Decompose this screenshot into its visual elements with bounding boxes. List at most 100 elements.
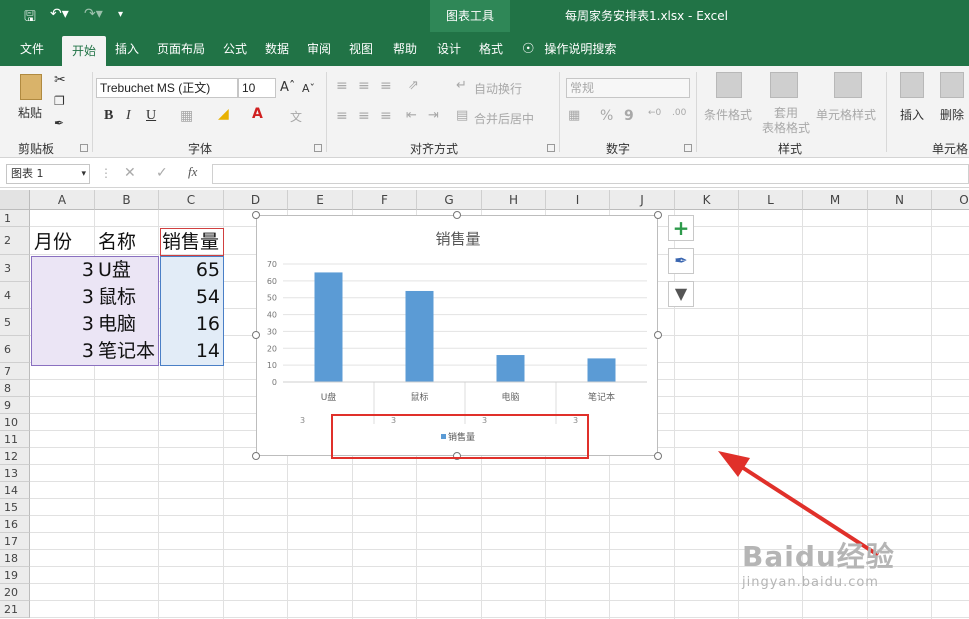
tab-home[interactable]: 开始 <box>62 36 106 66</box>
row-header-8[interactable]: 8 <box>0 380 30 397</box>
cell-b4[interactable]: 鼠标 <box>98 284 136 310</box>
column-header-g[interactable]: G <box>417 190 482 210</box>
insert-cells-icon[interactable] <box>900 72 924 98</box>
row-header-2[interactable]: 2 <box>0 227 30 255</box>
tab-data[interactable]: 数据 <box>258 32 296 66</box>
merge-center-button[interactable]: 合并后居中 <box>474 110 534 127</box>
phonetic-icon[interactable]: 文 <box>290 108 302 125</box>
font-size-select[interactable]: 10 <box>238 78 276 98</box>
save-icon[interactable]: 🖫 <box>24 6 36 30</box>
increase-decimal-icon[interactable]: ←0 <box>648 108 661 118</box>
cell-a5[interactable]: 3 <box>34 311 94 337</box>
row-header-16[interactable]: 16 <box>0 516 30 533</box>
row-header-21[interactable]: 21 <box>0 601 30 618</box>
tab-format[interactable]: 格式 <box>472 32 510 66</box>
percent-button[interactable]: % <box>600 108 613 124</box>
row-header-7[interactable]: 7 <box>0 363 30 380</box>
chart-title[interactable]: 销售量 <box>435 230 480 248</box>
column-header-j[interactable]: J <box>610 190 675 210</box>
cell-a6[interactable]: 3 <box>34 338 94 364</box>
copy-icon[interactable]: ❐ <box>54 94 65 108</box>
column-header-k[interactable]: K <box>675 190 739 210</box>
orientation-icon[interactable]: ⇗ <box>408 78 419 93</box>
resize-handle[interactable] <box>654 331 662 339</box>
format-as-table-button[interactable]: 套用 表格格式 <box>756 106 816 136</box>
tell-me-search[interactable]: ☉ 操作说明搜索 <box>522 32 616 66</box>
row-header-1[interactable]: 1 <box>0 210 30 227</box>
paste-icon[interactable] <box>20 74 42 100</box>
row-header-3[interactable]: 3 <box>0 255 30 282</box>
increase-indent-icon[interactable]: ⇥ <box>428 108 439 123</box>
number-launcher-icon[interactable] <box>684 144 692 152</box>
resize-handle[interactable] <box>654 211 662 219</box>
column-header-c[interactable]: C <box>159 190 224 210</box>
paste-button[interactable]: 粘贴 <box>18 104 42 121</box>
align-middle-icon[interactable]: ≡ <box>358 78 370 94</box>
align-left-icon[interactable]: ≡ <box>336 108 348 124</box>
row-header-17[interactable]: 17 <box>0 533 30 550</box>
delete-cells-icon[interactable] <box>940 72 964 98</box>
row-header-18[interactable]: 18 <box>0 550 30 567</box>
wrap-text-button[interactable]: 自动换行 <box>474 80 522 97</box>
cell-c2[interactable]: 销售量 <box>162 229 219 255</box>
chart-elements-button[interactable]: + <box>668 215 694 241</box>
column-header-a[interactable]: A <box>30 190 95 210</box>
chevron-down-icon[interactable]: ▾ <box>81 165 86 183</box>
row-header-12[interactable]: 12 <box>0 448 30 465</box>
name-box[interactable]: 图表 1 ▾ <box>6 164 90 184</box>
tab-review[interactable]: 审阅 <box>300 32 338 66</box>
grow-font-icon[interactable]: Aˆ <box>280 80 295 95</box>
column-header-h[interactable]: H <box>482 190 546 210</box>
conditional-formatting-icon[interactable] <box>716 72 742 98</box>
borders-icon[interactable]: ▦ <box>180 108 193 124</box>
insert-function-button[interactable]: fx <box>188 164 197 180</box>
bold-button[interactable]: B <box>104 108 113 124</box>
column-header-o[interactable]: O <box>932 190 969 210</box>
clipboard-launcher-icon[interactable] <box>80 144 88 152</box>
column-header-b[interactable]: B <box>95 190 159 210</box>
tab-insert[interactable]: 插入 <box>108 32 146 66</box>
row-header-5[interactable]: 5 <box>0 309 30 336</box>
enter-icon[interactable]: ✓ <box>156 165 168 181</box>
tab-help[interactable]: 帮助 <box>386 32 424 66</box>
delete-cells-button[interactable]: 删除 <box>940 106 964 123</box>
font-launcher-icon[interactable] <box>314 144 322 152</box>
tab-page-layout[interactable]: 页面布局 <box>150 32 212 66</box>
formula-input[interactable] <box>212 164 969 184</box>
row-header-19[interactable]: 19 <box>0 567 30 584</box>
wrap-text-icon[interactable]: ↵ <box>456 78 467 93</box>
cell-c5[interactable]: 16 <box>162 311 220 337</box>
column-header-i[interactable]: I <box>546 190 610 210</box>
number-format-select[interactable]: 常规 <box>566 78 690 98</box>
cell-styles-button[interactable]: 单元格样式 <box>816 106 876 123</box>
comma-style-button[interactable]: 9 <box>624 108 634 124</box>
column-header-m[interactable]: M <box>803 190 868 210</box>
cell-b6[interactable]: 笔记本 <box>98 338 155 364</box>
chart-filters-button[interactable]: ▼ <box>668 281 694 307</box>
alignment-launcher-icon[interactable] <box>547 144 555 152</box>
tab-file[interactable]: 文件 <box>10 32 54 66</box>
cell-c3[interactable]: 65 <box>162 257 220 283</box>
font-name-select[interactable]: Trebuchet MS (正文) <box>96 78 238 98</box>
cut-icon[interactable]: ✂ <box>54 72 66 88</box>
resize-handle[interactable] <box>252 331 260 339</box>
tab-view[interactable]: 视图 <box>342 32 380 66</box>
currency-icon[interactable]: ▦ <box>568 108 580 123</box>
cell-b2[interactable]: 名称 <box>98 229 136 255</box>
tab-design[interactable]: 设计 <box>430 32 468 66</box>
redo-icon[interactable]: ↷▾ <box>84 6 103 22</box>
format-as-table-icon[interactable] <box>770 72 798 98</box>
italic-button[interactable]: I <box>126 108 131 124</box>
row-header-13[interactable]: 13 <box>0 465 30 482</box>
align-center-icon[interactable]: ≡ <box>358 108 370 124</box>
insert-cells-button[interactable]: 插入 <box>900 106 924 123</box>
row-header-4[interactable]: 4 <box>0 282 30 309</box>
underline-button[interactable]: U <box>146 108 156 124</box>
decrease-decimal-icon[interactable]: .00 <box>672 108 686 118</box>
row-header-20[interactable]: 20 <box>0 584 30 601</box>
format-painter-icon[interactable]: ✒ <box>54 116 64 130</box>
conditional-formatting-button[interactable]: 条件格式 <box>704 106 752 123</box>
cell-c4[interactable]: 54 <box>162 284 220 310</box>
column-header-e[interactable]: E <box>288 190 353 210</box>
resize-handle[interactable] <box>654 452 662 460</box>
